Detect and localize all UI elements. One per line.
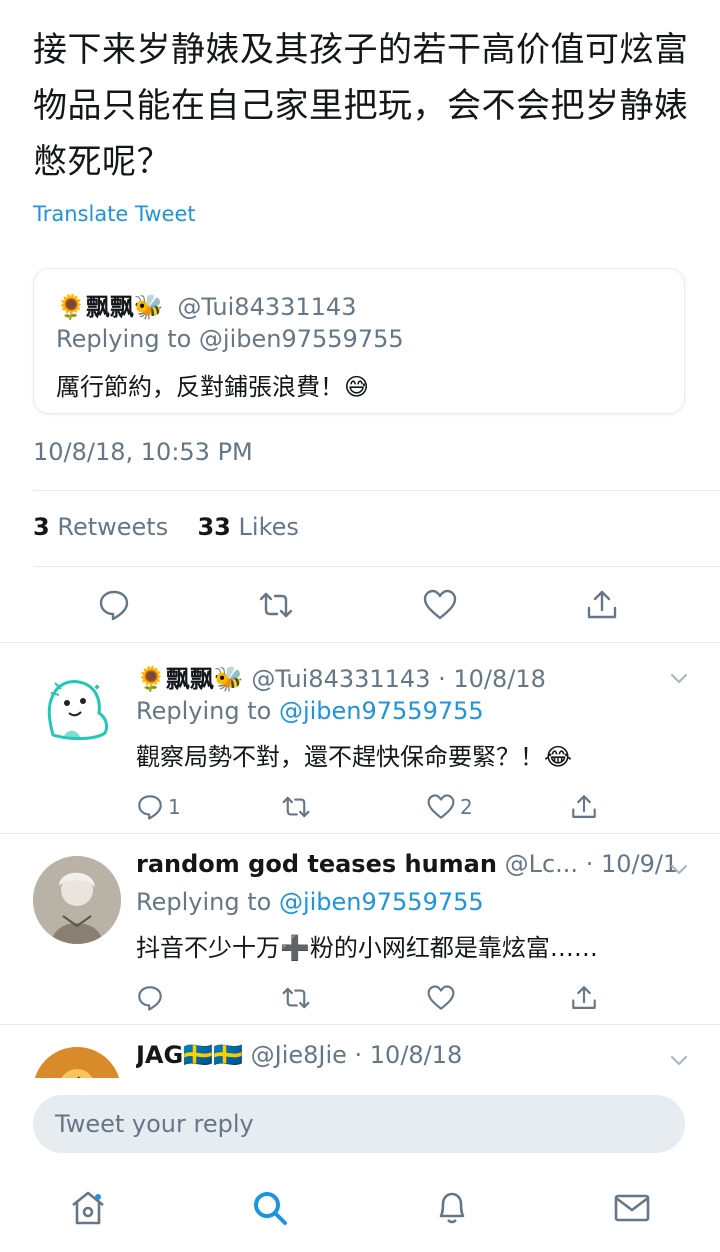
reply-icon — [138, 986, 162, 1011]
reply-header: 🌻飘飘🐝 @Tui84331143 · 10/8/18 — [136, 659, 676, 694]
nav-search[interactable] — [246, 1184, 294, 1232]
heart-icon — [427, 794, 455, 819]
chevron-down-icon[interactable] — [668, 1049, 690, 1071]
reply-button[interactable] — [92, 583, 136, 627]
mail-icon — [614, 1194, 650, 1222]
reply-header: JAG🇸🇪🇸🇪 @Jie8Jie · 10/8/18 — [136, 1041, 676, 1069]
avatar[interactable] — [33, 665, 121, 753]
quoted-replying-to: Replying to @jiben97559755 — [56, 325, 404, 353]
ghost-avatar-icon — [47, 680, 109, 741]
retweets-count[interactable]: 3 — [33, 513, 50, 541]
replying-prefix: Replying to — [136, 888, 279, 916]
tweet-text: 接下来岁静婊及其孩子的若干高价值可炫富物品只能在自己家里把玩，会不会把岁静婊憋死… — [33, 30, 689, 182]
nav-messages[interactable] — [608, 1184, 656, 1232]
likes-label[interactable]: Likes — [239, 513, 299, 541]
retweets-label[interactable]: Retweets — [57, 513, 168, 541]
divider — [0, 642, 720, 643]
reply-author-name[interactable]: JAG🇸🇪🇸🇪 — [136, 1041, 243, 1069]
share-button[interactable] — [570, 790, 598, 824]
divider — [0, 833, 720, 834]
like-button[interactable]: 2 — [426, 790, 473, 824]
retweet-icon — [259, 592, 293, 618]
divider — [33, 566, 720, 567]
share-icon — [587, 590, 617, 619]
reply-count: 1 — [168, 795, 181, 819]
likes-count[interactable]: 33 — [197, 513, 230, 541]
nav-notifications[interactable] — [428, 1184, 476, 1232]
retweet-button[interactable] — [280, 790, 312, 824]
share-button[interactable] — [570, 981, 598, 1015]
chevron-down-icon[interactable] — [668, 667, 690, 689]
translate-tweet-link[interactable]: Translate Tweet — [33, 202, 196, 226]
heart-icon — [423, 589, 457, 620]
tweet-timestamp: 10/8/18, 10:53 PM — [33, 438, 253, 466]
reply-tweet[interactable]: 🌻飘飘🐝 @Tui84331143 · 10/8/18 Replying to … — [0, 645, 720, 833]
reply-actions: 1 2 — [136, 790, 616, 826]
quoted-tweet-card[interactable]: 🌻飘飘🐝 @Tui84331143 Replying to @jiben9755… — [33, 268, 685, 414]
reply-author-handle[interactable]: @Jie8Jie · 10/8/18 — [251, 1041, 463, 1069]
quoted-tweet-text: 厲行節約，反對鋪張浪費！😅 — [56, 373, 370, 401]
reply-icon — [99, 590, 129, 621]
reply-author-handle[interactable]: @Tui84331143 · 10/8/18 — [251, 665, 545, 693]
reply-author-name[interactable]: random god teases human — [136, 850, 497, 878]
reply-icon — [138, 795, 162, 820]
anime-character-avatar-icon — [33, 856, 121, 944]
reply-tweet[interactable]: random god teases human @Lc... · 10/9/18… — [0, 836, 720, 1024]
bottom-nav — [0, 1170, 720, 1252]
like-count: 2 — [460, 795, 473, 819]
replying-to-handle[interactable]: @jiben97559755 — [279, 888, 484, 916]
reply-header: random god teases human @Lc... · 10/9/18 — [136, 850, 676, 878]
tweet-stats: 3 Retweets 33 Likes — [33, 513, 299, 541]
tweet-reply-input[interactable]: Tweet your reply — [33, 1095, 685, 1153]
reply-button[interactable] — [136, 981, 168, 1015]
quoted-author-name[interactable]: 🌻飘飘🐝 — [56, 293, 164, 321]
replying-to: Replying to @jiben97559755 — [136, 697, 484, 725]
share-icon — [572, 795, 596, 818]
main-tweet-actions — [0, 575, 720, 635]
divider — [33, 490, 720, 491]
nav-home[interactable] — [64, 1184, 112, 1232]
reply-text: 觀察局勢不對，還不趕快保命要緊？！😂 — [136, 743, 573, 771]
share-button[interactable] — [580, 583, 624, 627]
retweet-icon — [282, 987, 310, 1009]
like-button[interactable] — [418, 583, 462, 627]
replying-to: Replying to @jiben97559755 — [136, 888, 484, 916]
replying-to-handle[interactable]: @jiben97559755 — [279, 697, 484, 725]
reply-actions — [136, 981, 616, 1017]
reply-text: 抖音不少十万➕粉的小网红都是靠炫富…… — [136, 934, 598, 962]
retweet-icon — [282, 796, 310, 818]
retweet-button[interactable] — [280, 981, 312, 1015]
home-icon — [72, 1191, 104, 1225]
quoted-author-handle[interactable]: @Tui84331143 — [177, 293, 356, 321]
search-icon — [254, 1192, 287, 1225]
replying-prefix: Replying to — [136, 697, 279, 725]
heart-icon — [427, 985, 455, 1010]
divider — [0, 1024, 720, 1025]
avatar[interactable] — [33, 856, 121, 944]
reply-placeholder: Tweet your reply — [55, 1110, 254, 1138]
quoted-tweet-header: 🌻飘飘🐝 @Tui84331143 — [56, 287, 356, 322]
like-button[interactable] — [426, 981, 460, 1015]
retweet-button[interactable] — [254, 583, 298, 627]
reply-button[interactable]: 1 — [136, 790, 181, 824]
share-icon — [572, 986, 596, 1009]
reply-author-handle[interactable]: @Lc... · 10/9/18 — [505, 850, 676, 878]
bell-icon — [439, 1192, 465, 1224]
chevron-down-icon[interactable] — [668, 858, 690, 880]
reply-author-name[interactable]: 🌻飘飘🐝 — [136, 665, 244, 693]
